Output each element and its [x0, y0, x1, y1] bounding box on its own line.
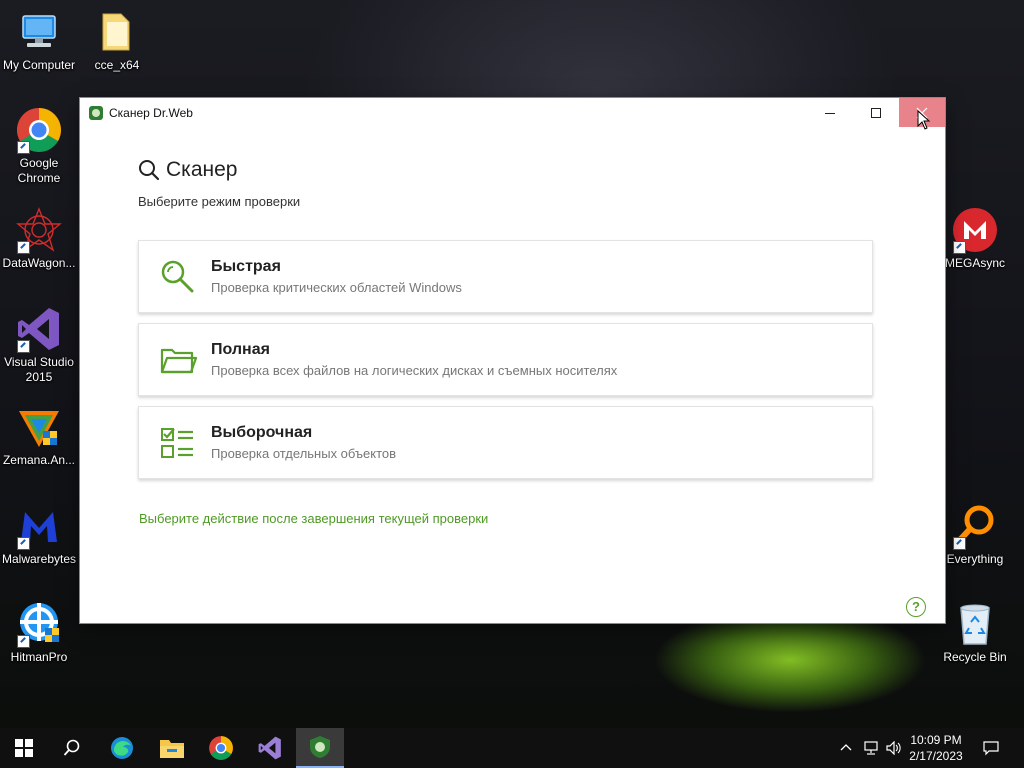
network-icon: [864, 741, 878, 755]
clock-time: 10:09 PM: [910, 733, 962, 747]
notification-icon: [983, 741, 999, 756]
notifications-button[interactable]: [968, 728, 1014, 768]
maximize-icon: [871, 107, 881, 118]
visual-studio-icon: [15, 305, 63, 353]
scan-mode-text: Полная Проверка всех файлов на логически…: [211, 341, 617, 378]
taskbar-file-explorer[interactable]: [148, 728, 196, 768]
windows-logo-icon: [15, 739, 33, 757]
datawagon-icon: [15, 206, 63, 254]
desktop-icon-label: My Computer: [2, 58, 76, 72]
desktop-icon-my-computer[interactable]: My Computer: [0, 8, 78, 73]
desktop-icon-label: MEGAsync: [944, 256, 1005, 270]
clock[interactable]: 10:09 PM 2/17/2023: [906, 732, 966, 764]
maximize-button[interactable]: [853, 98, 899, 127]
chrome-icon: [15, 106, 63, 154]
after-scan-action-link[interactable]: Выберите действие после завершения текущ…: [139, 511, 488, 526]
file-explorer-icon: [160, 740, 184, 758]
desktop-icon-label: Zemana.An...: [2, 453, 76, 467]
edge-icon: [111, 737, 133, 759]
scan-mode-title: Выборочная: [211, 424, 313, 441]
taskbar-edge[interactable]: [98, 728, 146, 768]
desktop-icon-label: Everything: [946, 552, 1004, 566]
drweb-logo-icon: [310, 736, 330, 758]
desktop-icon-label: HitmanPro: [10, 650, 68, 664]
shortcut-arrow-icon: [17, 141, 30, 154]
desktop-icon-label: Recycle Bin: [943, 650, 1007, 664]
desktop-icon-cce-x64[interactable]: cce_x64: [78, 8, 156, 73]
checklist-icon: [161, 427, 193, 458]
desktop-icon-zemana[interactable]: Zemana.An...: [0, 403, 78, 468]
scan-mode-title: Полная: [211, 341, 270, 358]
desktop-icon-everything[interactable]: Everything: [936, 502, 1014, 567]
mega-icon: [951, 206, 999, 254]
taskbar: 10:09 PM 2/17/2023: [0, 728, 1024, 768]
shortcut-arrow-icon: [17, 537, 30, 550]
search-button[interactable]: [48, 728, 96, 768]
taskbar-chrome[interactable]: [197, 728, 245, 768]
speaker-icon: [886, 741, 901, 755]
page-subtitle: Выберите режим проверки: [138, 194, 301, 209]
chrome-icon: [209, 736, 233, 760]
title-bar[interactable]: Сканер Dr.Web: [80, 98, 945, 130]
malwarebytes-icon: [15, 502, 63, 550]
search-icon: [63, 739, 80, 756]
everything-search-icon: [951, 502, 999, 550]
minimize-button[interactable]: [807, 98, 853, 127]
network-button[interactable]: [860, 728, 882, 768]
page-title-text: Сканер: [166, 158, 238, 181]
desktop-icon-megasync[interactable]: MEGAsync: [936, 206, 1014, 271]
scan-mode-description: Проверка критических областей Windows: [211, 280, 462, 295]
shortcut-arrow-icon: [953, 241, 966, 254]
desktop-icon-label: Visual Studio 2015: [4, 355, 74, 384]
computer-icon: [15, 8, 63, 56]
desktop-icon-label: DataWagon...: [2, 256, 76, 270]
desktop-icon-visual-studio[interactable]: Visual Studio 2015: [0, 305, 78, 385]
volume-button[interactable]: [883, 728, 905, 768]
mouse-cursor-icon: [917, 110, 931, 130]
page-title: Сканер: [138, 158, 873, 182]
shortcut-arrow-icon: [17, 241, 30, 254]
magnifier-icon: [161, 260, 194, 292]
drweb-scanner-window: Сканер Dr.Web Сканер Выберите режим пров…: [80, 98, 945, 623]
clock-date: 2/17/2023: [909, 749, 963, 763]
desktop-icon-malwarebytes[interactable]: Malwarebytes: [0, 502, 78, 567]
folder-icon: [160, 348, 198, 373]
minimize-icon: [825, 112, 835, 114]
scan-mode-description: Проверка всех файлов на логических диска…: [211, 363, 618, 378]
window-title: Сканер Dr.Web: [109, 105, 193, 120]
desktop-icon-hitmanpro[interactable]: HitmanPro: [0, 600, 78, 665]
show-hidden-icons-button[interactable]: [836, 728, 856, 768]
chevron-up-icon: [840, 744, 852, 751]
desktop-icon-datawagon[interactable]: DataWagon...: [0, 206, 78, 271]
desktop-icon-label: cce_x64: [94, 58, 140, 72]
desktop-icon-recycle-bin[interactable]: Recycle Bin: [936, 600, 1014, 665]
scan-mode-title: Быстрая: [211, 258, 281, 275]
taskbar-drweb[interactable]: [296, 728, 344, 768]
shortcut-arrow-icon: [17, 340, 30, 353]
close-button[interactable]: [899, 98, 945, 130]
taskbar-visual-studio[interactable]: [246, 728, 294, 768]
scan-mode-text: Выборочная Проверка отдельных объектов: [211, 424, 396, 461]
help-icon[interactable]: ?: [906, 597, 926, 617]
visual-studio-icon: [258, 736, 281, 760]
drweb-logo-icon: [89, 105, 103, 120]
shortcut-arrow-icon: [17, 635, 30, 648]
recycle-bin-icon: [951, 600, 999, 648]
hitmanpro-icon: [15, 600, 63, 648]
folder-icon: [93, 8, 141, 56]
desktop-icon-label: Malwarebytes: [1, 552, 77, 566]
scan-mode-text: Быстрая Проверка критических областей Wi…: [211, 258, 462, 295]
desktop: My Computer cce_x64 Google Chrome DataWa…: [0, 0, 1024, 768]
scan-mode-description: Проверка отдельных объектов: [211, 446, 397, 461]
desktop-icon-google-chrome[interactable]: Google Chrome: [0, 106, 78, 186]
start-button[interactable]: [0, 728, 48, 768]
zemana-icon: [15, 403, 63, 451]
scan-mode-full-card[interactable]: Полная Проверка всех файлов на логически…: [138, 323, 873, 396]
scanner-content: Сканер Выберите режим проверки Быстрая П…: [138, 158, 873, 526]
search-icon: [139, 160, 160, 181]
shortcut-arrow-icon: [953, 537, 966, 550]
scan-mode-quick-card[interactable]: Быстрая Проверка критических областей Wi…: [138, 240, 873, 313]
desktop-icon-label: Google Chrome: [17, 156, 61, 185]
scan-mode-custom-card[interactable]: Выборочная Проверка отдельных объектов: [138, 406, 873, 479]
